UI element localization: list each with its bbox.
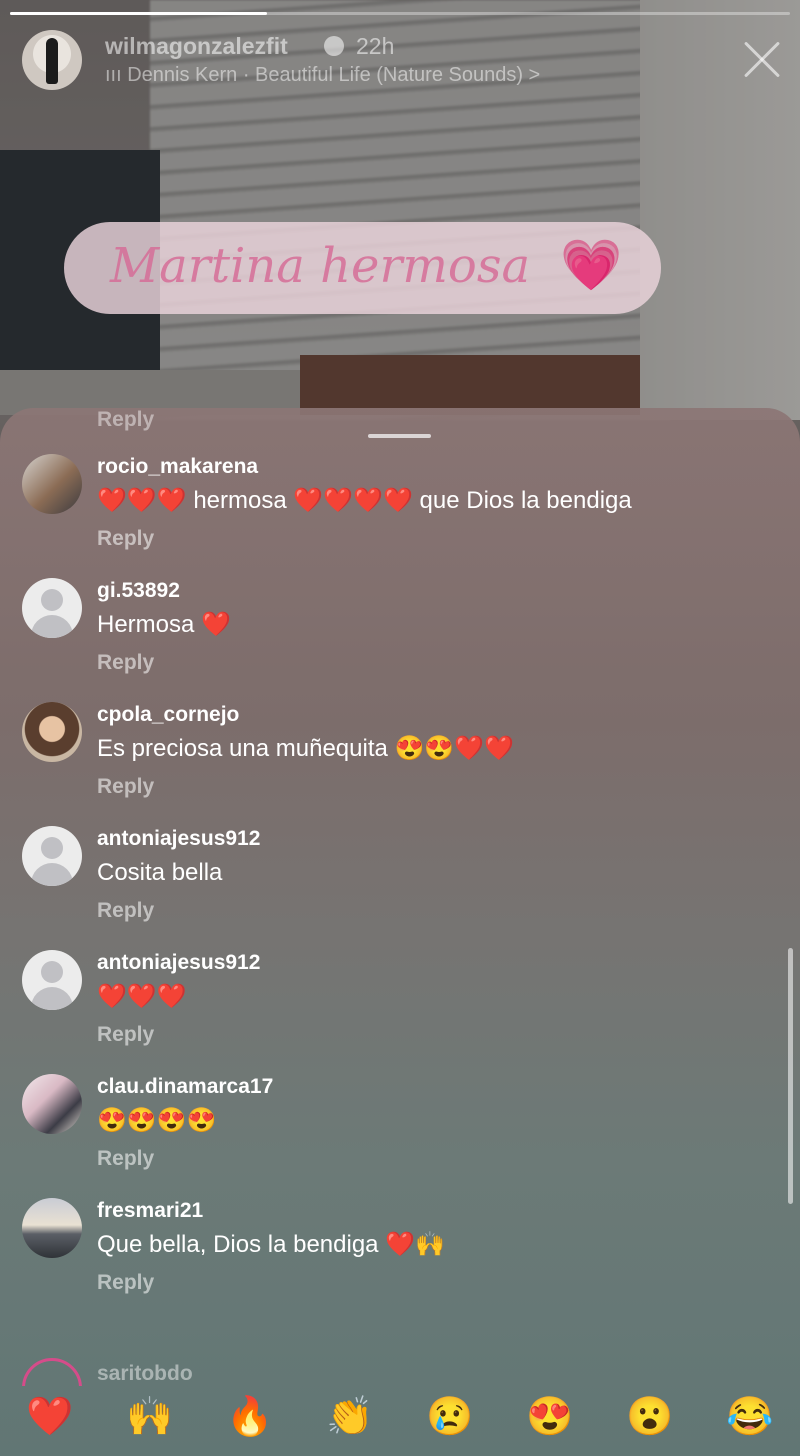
- comment-item: gi.53892 Hermosa ❤️ Reply: [0, 578, 800, 702]
- reaction-button[interactable]: 😮: [615, 1395, 685, 1439]
- comment-item: antoniajesus912 ❤️❤️❤️ Reply: [0, 950, 800, 1074]
- comment-text: ❤️❤️❤️: [97, 983, 187, 1010]
- scrollbar[interactable]: [788, 948, 793, 1204]
- story-username[interactable]: wilmagonzalezfit: [105, 33, 288, 60]
- avatar[interactable]: [22, 1074, 82, 1134]
- comment-item: clau.dinamarca17 😍😍😍😍 Reply: [0, 1074, 800, 1198]
- comment-item: antoniajesus912 Cosita bella Reply: [0, 826, 800, 950]
- story-progress-bar: [10, 12, 790, 15]
- comment-text: Es preciosa una muñequita 😍😍❤️❤️: [97, 735, 515, 762]
- avatar[interactable]: [22, 1198, 82, 1258]
- reply-button[interactable]: Reply: [97, 1146, 800, 1172]
- comments-list: rocio_makarena ❤️❤️❤️ hermosa ❤️❤️❤️❤️ qu…: [0, 454, 800, 1322]
- comment-text: Hermosa ❤️: [97, 611, 231, 638]
- sticker-text: Martina hermosa: [110, 238, 531, 294]
- quick-reaction-bar: ❤️ 🙌 🔥 👏 😢 😍 😮 😂: [0, 1378, 800, 1456]
- close-icon[interactable]: [742, 40, 782, 80]
- sheet-drag-handle[interactable]: [368, 434, 431, 438]
- comments-sheet: Reply rocio_makarena ❤️❤️❤️ hermosa ❤️❤️❤…: [0, 408, 800, 1456]
- reply-button[interactable]: Reply: [97, 898, 800, 924]
- reaction-button[interactable]: 👏: [315, 1395, 385, 1439]
- comment-text: 😍😍😍😍: [97, 1107, 217, 1134]
- avatar[interactable]: [22, 454, 82, 514]
- music-attribution[interactable]: ııı Dennis Kern · Beautiful Life (Nature…: [105, 64, 540, 87]
- comment-item: rocio_makarena ❤️❤️❤️ hermosa ❤️❤️❤️❤️ qu…: [0, 454, 800, 578]
- story-progress-fill: [10, 12, 268, 15]
- comment-username[interactable]: antoniajesus912: [97, 950, 800, 976]
- reaction-button[interactable]: 😂: [715, 1395, 785, 1439]
- comment-text: ❤️❤️❤️ hermosa ❤️❤️❤️❤️ que Dios la bend…: [97, 487, 632, 514]
- comment-username[interactable]: gi.53892: [97, 578, 800, 604]
- reply-button[interactable]: Reply: [97, 774, 800, 800]
- reaction-button[interactable]: ❤️: [15, 1395, 85, 1439]
- comment-username[interactable]: clau.dinamarca17: [97, 1074, 800, 1100]
- comment-item: fresmari21 Que bella, Dios la bendiga ❤️🙌…: [0, 1198, 800, 1322]
- avatar[interactable]: [22, 578, 82, 638]
- avatar[interactable]: [22, 950, 82, 1010]
- comment-username[interactable]: rocio_makarena: [97, 454, 800, 480]
- comment-username[interactable]: antoniajesus912: [97, 826, 800, 852]
- comment-item: cpola_cornejo Es preciosa una muñequita 😍…: [0, 702, 800, 826]
- comment-text: Que bella, Dios la bendiga ❤️🙌: [97, 1231, 445, 1258]
- reaction-button[interactable]: 🔥: [215, 1395, 285, 1439]
- reply-button[interactable]: Reply: [97, 650, 800, 676]
- avatar[interactable]: [22, 702, 82, 762]
- comment-text: Cosita bella: [97, 859, 223, 886]
- reaction-button[interactable]: 🙌: [115, 1395, 185, 1439]
- avatar[interactable]: [22, 826, 82, 886]
- reply-button[interactable]: Reply: [97, 1022, 800, 1048]
- reply-button[interactable]: Reply: [97, 1270, 800, 1296]
- comment-username[interactable]: fresmari21: [97, 1198, 800, 1224]
- reaction-button[interactable]: 😢: [415, 1395, 485, 1439]
- verified-badge-icon: [324, 36, 344, 56]
- story-author-avatar[interactable]: [22, 30, 82, 90]
- reply-button[interactable]: Reply: [97, 408, 154, 432]
- growing-heart-icon: 💗: [560, 237, 623, 293]
- reaction-button[interactable]: 😍: [515, 1395, 585, 1439]
- reply-button[interactable]: Reply: [97, 526, 800, 552]
- comment-username[interactable]: cpola_cornejo: [97, 702, 800, 728]
- story-time: 22h: [356, 33, 395, 59]
